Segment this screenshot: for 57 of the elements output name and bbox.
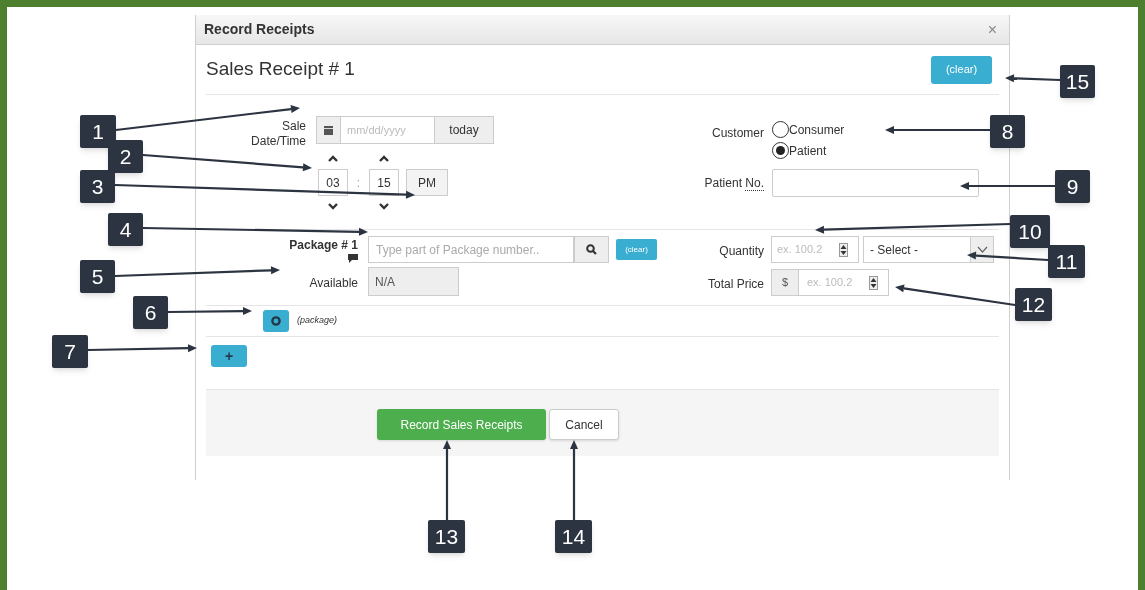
callout-badge: 2 (108, 140, 143, 173)
callout-badge: 8 (990, 115, 1025, 148)
patient-number-input[interactable] (772, 169, 979, 197)
field-label: Patient (704, 176, 742, 190)
chevron-down-icon[interactable] (328, 202, 338, 210)
time-separator: : (356, 175, 361, 192)
callout-badge: 6 (133, 296, 168, 329)
cancel-button[interactable]: Cancel (549, 409, 619, 440)
field-label: Quantity (719, 243, 764, 258)
chevron-up-icon[interactable] (328, 154, 338, 162)
field-label: Customer (712, 126, 764, 140)
leader-line (1005, 74, 1061, 83)
callout-badge: 3 (80, 170, 115, 203)
search-button[interactable] (574, 236, 609, 263)
callout-badge: 9 (1055, 170, 1090, 203)
calendar-icon (324, 125, 333, 135)
field-label: Sale Date/Time (250, 119, 306, 150)
callout-badge: 13 (428, 520, 465, 553)
caret-icon (976, 246, 988, 253)
circle-icon (271, 316, 281, 326)
field-label: Total Price (707, 276, 764, 291)
comment-icon[interactable] (348, 254, 358, 263)
available-field[interactable]: N/A (368, 267, 459, 296)
callout-badge: 12 (1015, 288, 1052, 321)
abbreviation: No. (745, 176, 764, 191)
callout-badge: 1 (80, 115, 116, 148)
add-button[interactable]: + (211, 345, 247, 367)
today-button[interactable]: today (434, 116, 494, 144)
callout-badge: 11 (1048, 245, 1085, 278)
spinner-icon[interactable] (839, 242, 848, 257)
callout-badge: 7 (52, 335, 88, 368)
callout-badge: 14 (555, 520, 592, 553)
radio-button[interactable] (772, 121, 789, 138)
receipt-heading: Sales Receipt # 1 (206, 57, 355, 82)
search-icon (586, 244, 597, 255)
field-label: Available (309, 275, 358, 290)
unit-select[interactable]: - Select - (863, 236, 994, 263)
radio-label[interactable]: Patient (789, 141, 827, 160)
radio-label[interactable]: Consumer (789, 120, 845, 139)
currency-addon: $ (771, 269, 799, 296)
minute-input[interactable]: 15 (369, 169, 399, 196)
package-label: Package # 1 (289, 237, 358, 254)
radio-button[interactable] (772, 142, 789, 159)
chevron-down-icon[interactable] (379, 202, 389, 210)
callout-badge: 4 (108, 213, 143, 246)
package-toggle-label: (package) (297, 314, 338, 328)
spinner-icon[interactable] (869, 275, 878, 290)
callout-badge: 5 (80, 260, 115, 293)
chevron-up-icon[interactable] (379, 154, 389, 162)
date-input[interactable]: mm/dd/yyyy (341, 116, 434, 144)
meridiem-button[interactable]: PM (406, 169, 448, 196)
callout-badge: 10 (1010, 215, 1050, 248)
hour-input[interactable]: 03 (318, 169, 348, 196)
dialog-title: Record Receipts (204, 20, 315, 39)
callout-badge: 15 (1060, 65, 1095, 98)
package-search-input[interactable]: Type part of Package number.. (368, 236, 574, 263)
package-toggle-button[interactable] (263, 310, 289, 332)
